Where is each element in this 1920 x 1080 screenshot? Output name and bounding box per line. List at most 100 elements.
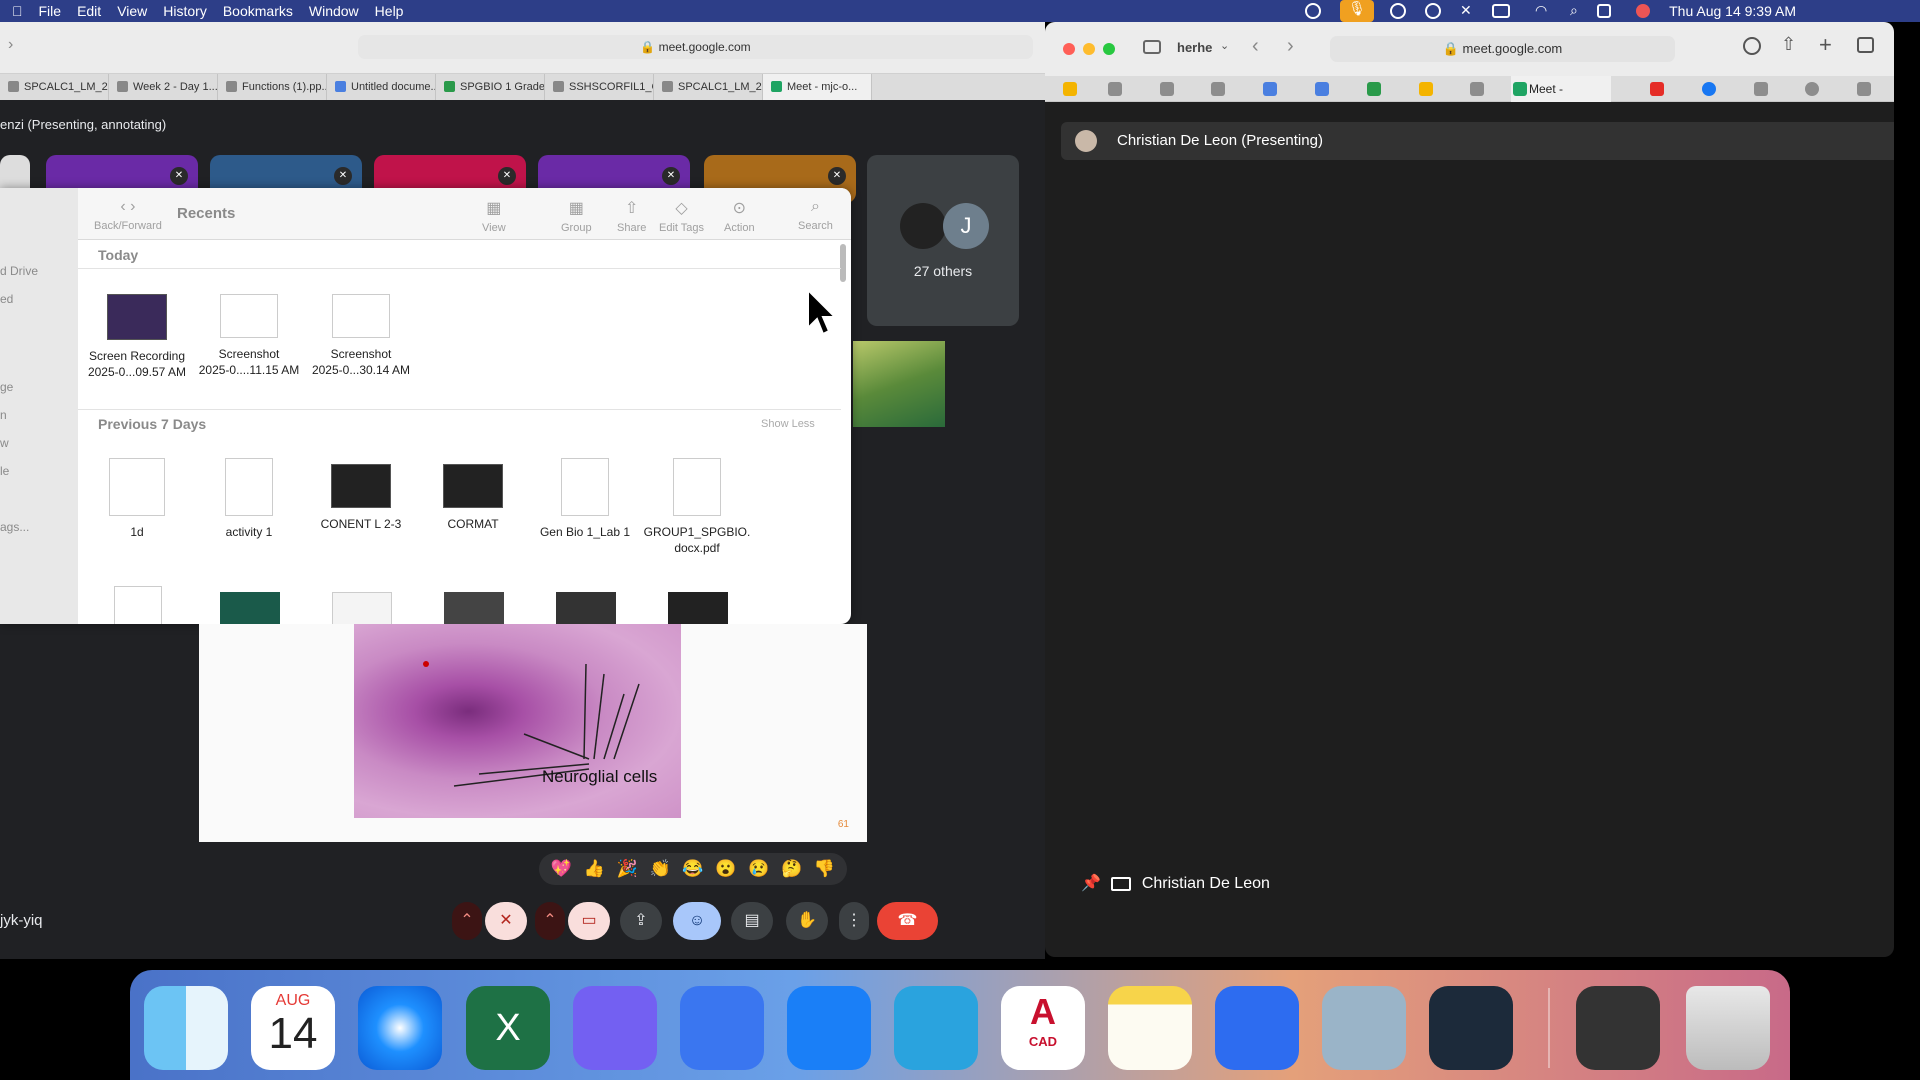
battery-icon[interactable]	[1492, 4, 1510, 18]
new-tab-icon[interactable]: +	[1819, 32, 1832, 58]
sidebar-item[interactable]: ags...	[0, 520, 29, 534]
tab-meet-active[interactable]: Meet - mjc-o...	[763, 74, 872, 100]
menu-edit[interactable]: Edit	[77, 3, 101, 19]
tab-spcalc1-b[interactable]: SPCALC1_LM_2...	[654, 74, 763, 100]
back-icon[interactable]: ‹	[1252, 35, 1259, 58]
forward-icon[interactable]: ›	[8, 36, 13, 54]
file-screenshot-2[interactable]: Screenshot 2025-0...30.14 AM	[306, 294, 416, 378]
mic-toggle-button[interactable]: ✕	[485, 902, 527, 940]
tab-functions[interactable]: Functions (1).pp...	[218, 74, 327, 100]
tab-favicon-icon[interactable]	[1160, 82, 1174, 96]
notes-icon[interactable]	[1108, 986, 1192, 1070]
reaction-thinking[interactable]: 🤔	[781, 859, 802, 879]
partial-thumbnail[interactable]	[332, 592, 392, 624]
file-1d[interactable]: 1d	[82, 458, 192, 540]
forward-icon[interactable]: ›	[1287, 35, 1294, 58]
file-screenshot-1[interactable]: Screenshot 2025-0....11.15 AM	[194, 294, 304, 378]
partial-thumbnail[interactable]	[556, 592, 616, 624]
sidebar-item[interactable]: ge	[0, 380, 13, 394]
reaction-heart[interactable]: 💖	[551, 859, 572, 879]
sidebar-item[interactable]: w	[0, 436, 9, 450]
search-button[interactable]: ⌕ Search	[798, 198, 833, 232]
share-button[interactable]: ⇧ Share	[617, 198, 646, 234]
settings-icon[interactable]	[1805, 82, 1819, 96]
file-cormat[interactable]: CORMAT	[418, 458, 528, 532]
camera-options-button[interactable]: ⌃	[535, 902, 565, 940]
telegram-icon[interactable]	[894, 986, 978, 1070]
action-button[interactable]: ⊙ Action	[724, 198, 755, 234]
tab-favicon-icon[interactable]	[1108, 82, 1122, 96]
quicktime-icon[interactable]	[1429, 986, 1513, 1070]
file-group1-spgbio[interactable]: GROUP1_SPGBIO. docx.pdf	[642, 458, 752, 556]
tab-spcalc1-a[interactable]: SPCALC1_LM_2...	[0, 74, 109, 100]
sidebar-item[interactable]: ed	[0, 292, 13, 306]
right-address-bar[interactable]: 🔒 meet.google.com	[1330, 36, 1675, 62]
tab-week2[interactable]: Week 2 - Day 1...	[109, 74, 218, 100]
reaction-thumbs-up[interactable]: 👍	[584, 859, 605, 879]
youtube-icon[interactable]	[1650, 82, 1664, 96]
sidebar-item[interactable]: d Drive	[0, 264, 38, 278]
file-gen-bio[interactable]: Gen Bio 1_Lab 1	[530, 458, 640, 540]
sidebar-toggle-icon[interactable]	[1143, 40, 1161, 54]
tab-favicon-icon[interactable]	[1857, 82, 1871, 96]
recent-window-icon[interactable]	[1576, 986, 1660, 1070]
edit-tags-button[interactable]: ◇ Edit Tags	[659, 198, 704, 234]
share-icon[interactable]: ⇧	[1781, 34, 1796, 55]
reactions-button[interactable]: ☺	[673, 902, 721, 940]
drive-icon[interactable]	[1063, 82, 1077, 96]
control-center-icon[interactable]	[1597, 4, 1611, 18]
left-address-bar[interactable]: 🔒 meet.google.com	[358, 35, 1033, 59]
camera-toggle-button[interactable]: ▭	[568, 902, 610, 940]
sheets-icon[interactable]	[1367, 82, 1381, 96]
viber-icon[interactable]	[573, 986, 657, 1070]
docs-icon[interactable]	[1315, 82, 1329, 96]
file-activity-1[interactable]: activity 1	[194, 458, 304, 540]
reaction-sad[interactable]: 😢	[748, 859, 769, 879]
tab-favicon-icon[interactable]	[1211, 82, 1225, 96]
reaction-thumbs-down[interactable]: 👎	[814, 859, 835, 879]
autocad-icon[interactable]: A CAD	[1001, 986, 1085, 1070]
back-forward-button[interactable]: ‹ › Back/Forward	[94, 198, 162, 232]
bluetooth-icon[interactable]: ✕	[1460, 2, 1472, 19]
drive-icon[interactable]	[1419, 82, 1433, 96]
group-button[interactable]: ▦ Group	[561, 198, 592, 234]
sidebar-item[interactable]: n	[0, 408, 7, 422]
signal-icon[interactable]	[680, 986, 764, 1070]
reaction-surprised[interactable]: 😮	[715, 859, 736, 879]
reaction-clap[interactable]: 👏	[649, 859, 670, 879]
menu-bookmarks[interactable]: Bookmarks	[223, 3, 293, 19]
tab-favicon-icon[interactable]	[1470, 82, 1484, 96]
tab-meet-active[interactable]: Meet -	[1511, 76, 1611, 102]
raise-hand-button[interactable]: ✋	[786, 902, 828, 940]
wifi-icon[interactable]: ◠	[1535, 2, 1547, 19]
facebook-icon[interactable]	[1702, 82, 1716, 96]
partial-thumbnail[interactable]	[444, 592, 504, 624]
grammarly-icon[interactable]	[1390, 3, 1406, 19]
tab-overview-icon[interactable]	[1857, 37, 1874, 53]
tab-spgbio[interactable]: SPGBIO 1 Grade...	[436, 74, 545, 100]
file-screen-recording[interactable]: Screen Recording 2025-0...09.57 AM	[82, 294, 192, 380]
excel-icon[interactable]: X	[466, 986, 550, 1070]
siri-icon[interactable]	[1636, 4, 1650, 18]
apple-icon[interactable]: 	[12, 3, 23, 19]
microphone-status-icon[interactable]: 🎙	[1340, 0, 1374, 22]
finder-icon[interactable]	[144, 986, 228, 1070]
play-icon[interactable]	[1425, 3, 1441, 19]
maximize-window-button[interactable]	[1103, 43, 1115, 55]
messenger-icon[interactable]	[787, 986, 871, 1070]
scrollbar[interactable]	[840, 244, 846, 282]
menu-window[interactable]: Window	[309, 3, 359, 19]
download-icon[interactable]	[1743, 37, 1761, 55]
partial-thumbnail[interactable]	[114, 586, 162, 624]
partial-thumbnail[interactable]	[220, 592, 280, 624]
close-window-button[interactable]	[1063, 43, 1075, 55]
reaction-party[interactable]: 🎉	[617, 859, 638, 879]
partial-thumbnail[interactable]	[668, 592, 728, 624]
profile-menu[interactable]: herhe	[1177, 40, 1212, 55]
minimize-window-button[interactable]	[1083, 43, 1095, 55]
spotlight-search-icon[interactable]: ⌕	[1570, 2, 1578, 19]
menu-file[interactable]: File	[39, 3, 62, 19]
more-options-button[interactable]: ⋮	[839, 902, 869, 940]
pinned-participant[interactable]: 📌 Christian De Leon	[1081, 873, 1270, 893]
safari-icon[interactable]	[358, 986, 442, 1070]
